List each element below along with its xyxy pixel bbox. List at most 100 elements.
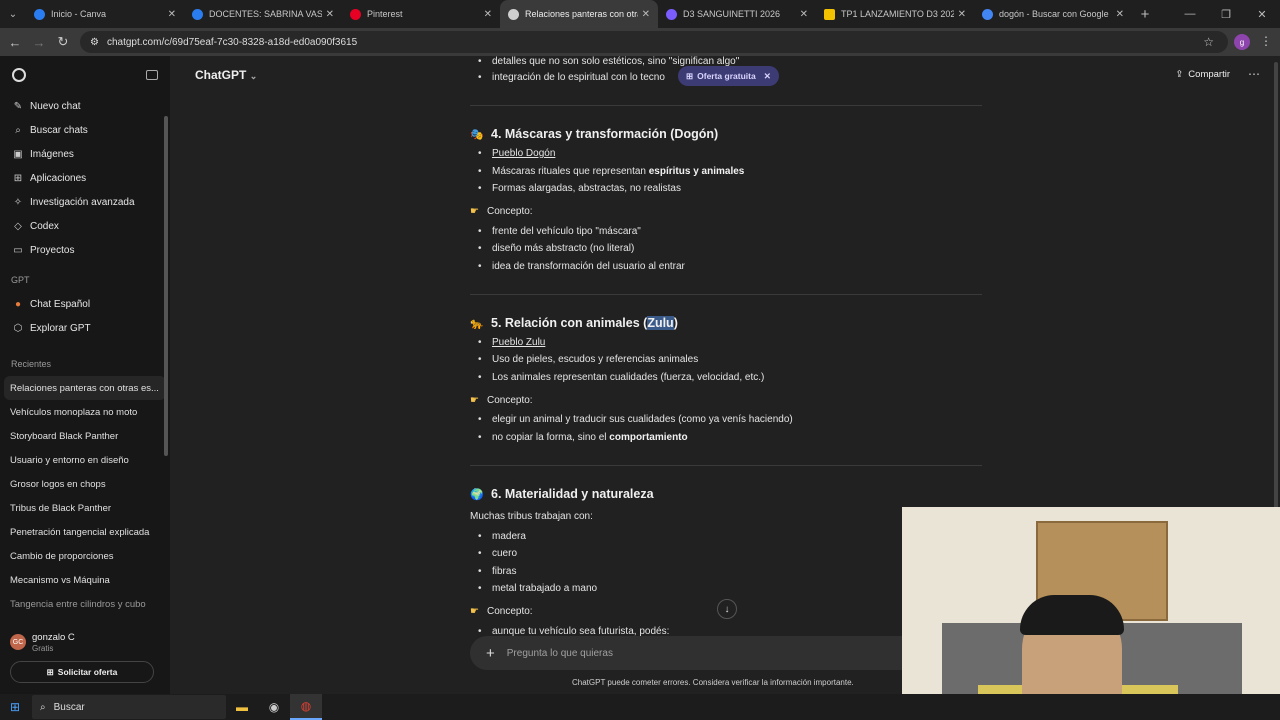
bookmark-star-icon[interactable]: ☆ xyxy=(1203,35,1214,49)
recent-chat-item[interactable]: Mecanismo vs Máquina xyxy=(0,568,170,592)
browser-tab[interactable]: Inicio - Canva ✕ xyxy=(26,0,184,28)
sidebar-item-search[interactable]: ⌕ Buscar chats xyxy=(0,118,170,142)
close-tab-icon[interactable]: ✕ xyxy=(1116,9,1124,20)
close-window-icon[interactable]: ✕ xyxy=(1244,0,1280,28)
section-title-end: ) xyxy=(673,316,678,330)
file-explorer-icon[interactable]: ▬ xyxy=(226,694,258,720)
text: Máscaras rituales que representan xyxy=(492,166,649,177)
list-item: detalles que no son solo estéticos, sino… xyxy=(478,56,739,67)
sidebar-item-research[interactable]: ✧ Investigación avanzada xyxy=(0,190,170,214)
concept-label: ☛ Concepto: xyxy=(470,395,533,406)
section-title: 6. Materialidad y naturaleza xyxy=(491,487,654,501)
model-title: ChatGPT xyxy=(195,68,247,82)
taskbar-search[interactable]: ⌕ Buscar xyxy=(32,695,226,719)
tab-label: Pinterest xyxy=(367,9,403,19)
minimize-icon[interactable]: — xyxy=(1172,0,1208,28)
tab-search-icon[interactable]: ⌄ xyxy=(0,0,26,28)
restore-icon[interactable]: ❐ xyxy=(1208,0,1244,28)
sidebar-item-chat-espanol[interactable]: ● Chat Español xyxy=(0,292,170,316)
close-tab-icon[interactable]: ✕ xyxy=(168,9,176,20)
obs-icon[interactable]: ◉ xyxy=(258,694,290,720)
canva-icon xyxy=(34,8,45,20)
taskbar-search-label: Buscar xyxy=(53,701,85,713)
tab-label: dogón - Buscar con Google xyxy=(999,9,1109,19)
new-tab-icon[interactable]: + xyxy=(1132,0,1158,28)
sidebar-item-explore-gpt[interactable]: ⬡ Explorar GPT xyxy=(0,316,170,340)
list-item: elegir un animal y traducir sus cualidad… xyxy=(478,414,793,425)
offer-pill-label: Oferta gratuita xyxy=(697,71,756,81)
browser-tab[interactable]: dogón - Buscar con Google ✕ xyxy=(974,0,1132,28)
recent-chat-item[interactable]: Usuario y entorno en diseño xyxy=(0,448,170,472)
recent-chat-item[interactable]: Vehículos monoplaza no moto xyxy=(0,400,170,424)
share-button[interactable]: ⇪ Compartir xyxy=(1175,69,1230,80)
hair-image xyxy=(1020,595,1124,635)
avatar: GC xyxy=(10,634,26,650)
list-item: Los animales representan cualidades (fue… xyxy=(478,372,764,383)
disclaimer-text: ChatGPT puede cometer errores. Considera… xyxy=(572,678,854,687)
user-menu[interactable]: GC gonzalo C Gratis xyxy=(0,624,170,660)
recent-chat-item[interactable]: Grosor logos en chops xyxy=(0,472,170,496)
sidebar: ✎ Nuevo chat ⌕ Buscar chats ▣ Imágenes ⊞ Apl… xyxy=(0,56,170,694)
recent-chat-item[interactable]: Tangencia entre cilindros y cubo xyxy=(0,592,170,616)
profile-avatar[interactable]: g xyxy=(1234,34,1250,50)
sidebar-item-images[interactable]: ▣ Imágenes xyxy=(0,142,170,166)
sidebar-item-codex[interactable]: ◇ Codex xyxy=(0,214,170,238)
browser-menu-icon[interactable]: ⋮ xyxy=(1260,34,1272,48)
free-offer-pill[interactable]: ⊞ Oferta gratuita ✕ xyxy=(678,66,779,86)
browser-tab[interactable]: TP1 LANZAMIENTO D3 2026 ✕ xyxy=(816,0,974,28)
sidebar-scrollbar[interactable] xyxy=(164,116,168,456)
pinterest-icon xyxy=(350,8,361,20)
scroll-down-icon[interactable]: ↓ xyxy=(717,599,737,619)
sidebar-item-projects[interactable]: ▭ Proyectos xyxy=(0,238,170,262)
recent-chat-item[interactable]: Storyboard Black Panther xyxy=(0,424,170,448)
model-selector[interactable]: ChatGPT ⌄ xyxy=(195,68,257,82)
list-item-link[interactable]: Pueblo Dogón xyxy=(478,148,555,159)
list-item-link[interactable]: Pueblo Zulu xyxy=(478,337,545,348)
close-tab-icon[interactable]: ✕ xyxy=(800,9,808,20)
close-tab-icon[interactable]: ✕ xyxy=(326,9,334,20)
sidebar-toggle-icon[interactable] xyxy=(146,70,158,80)
sidebar-item-apps[interactable]: ⊞ Aplicaciones xyxy=(0,166,170,190)
back-icon[interactable]: ← xyxy=(3,30,27,54)
browser-tab-active[interactable]: Relaciones panteras con otras ✕ xyxy=(500,0,658,28)
sidebar-item-label: Explorar GPT xyxy=(30,322,91,334)
pointing-hand-icon: ☛ xyxy=(470,395,479,406)
sidebar-item-new-chat[interactable]: ✎ Nuevo chat xyxy=(0,94,170,118)
browser-tab[interactable]: D3 SANGUINETTI 2026 ✕ xyxy=(658,0,816,28)
close-icon[interactable]: ✕ xyxy=(764,71,771,82)
recent-chat-item[interactable]: Tribus de Black Panther xyxy=(0,496,170,520)
bold-text: comportamiento xyxy=(609,432,688,443)
list-item: madera xyxy=(478,531,526,542)
list-item: integración de lo espiritual con lo tecn… xyxy=(478,72,665,83)
chrome-icon[interactable]: ◍ xyxy=(290,694,322,720)
recent-chat-item[interactable]: Cambio de proporciones xyxy=(0,544,170,568)
chat-espanol-icon: ● xyxy=(14,298,22,310)
reload-icon[interactable]: ↻ xyxy=(51,30,75,54)
tab-label: Inicio - Canva xyxy=(51,9,107,19)
forward-icon[interactable]: → xyxy=(27,30,51,54)
sidebar-item-label: Codex xyxy=(30,220,59,232)
plus-icon[interactable]: + xyxy=(486,645,495,662)
chevron-down-icon: ⌄ xyxy=(249,71,258,81)
section-heading: 🐆 5. Relación con animales (Zulu) xyxy=(470,316,678,330)
recent-chat-item[interactable]: Penetración tangencial explicada xyxy=(0,520,170,544)
gpt-section-label: GPT xyxy=(11,275,30,285)
browser-tab[interactable]: DOCENTES: SABRINA VASULKA ✕ xyxy=(184,0,342,28)
browser-tab[interactable]: Pinterest ✕ xyxy=(342,0,500,28)
sidebar-item-label: Imágenes xyxy=(30,148,74,160)
close-tab-icon[interactable]: ✕ xyxy=(958,9,966,20)
list-item: no copiar la forma, sino el comportamien… xyxy=(478,432,688,443)
chatgpt-icon xyxy=(508,8,519,20)
url-field[interactable]: ⚙ chatgpt.com/c/69d75eaf-7c30-8328-a18d-… xyxy=(80,31,1228,53)
windows-start-icon[interactable]: ⊞ xyxy=(0,694,30,720)
close-tab-icon[interactable]: ✕ xyxy=(642,9,650,20)
site-info-icon[interactable]: ⚙ xyxy=(90,37,99,48)
prompt-placeholder: Pregunta lo que quieras xyxy=(506,647,613,659)
list-item: idea de transformación del usuario al en… xyxy=(478,261,685,272)
close-tab-icon[interactable]: ✕ xyxy=(484,9,492,20)
recent-chat-item[interactable]: Relaciones panteras con otras es... xyxy=(4,376,166,400)
divider xyxy=(470,105,982,106)
request-offer-button[interactable]: ⊞ Solicitar oferta xyxy=(10,661,154,683)
openai-logo-icon[interactable] xyxy=(12,68,26,82)
more-options-icon[interactable]: ⋯ xyxy=(1248,67,1260,81)
